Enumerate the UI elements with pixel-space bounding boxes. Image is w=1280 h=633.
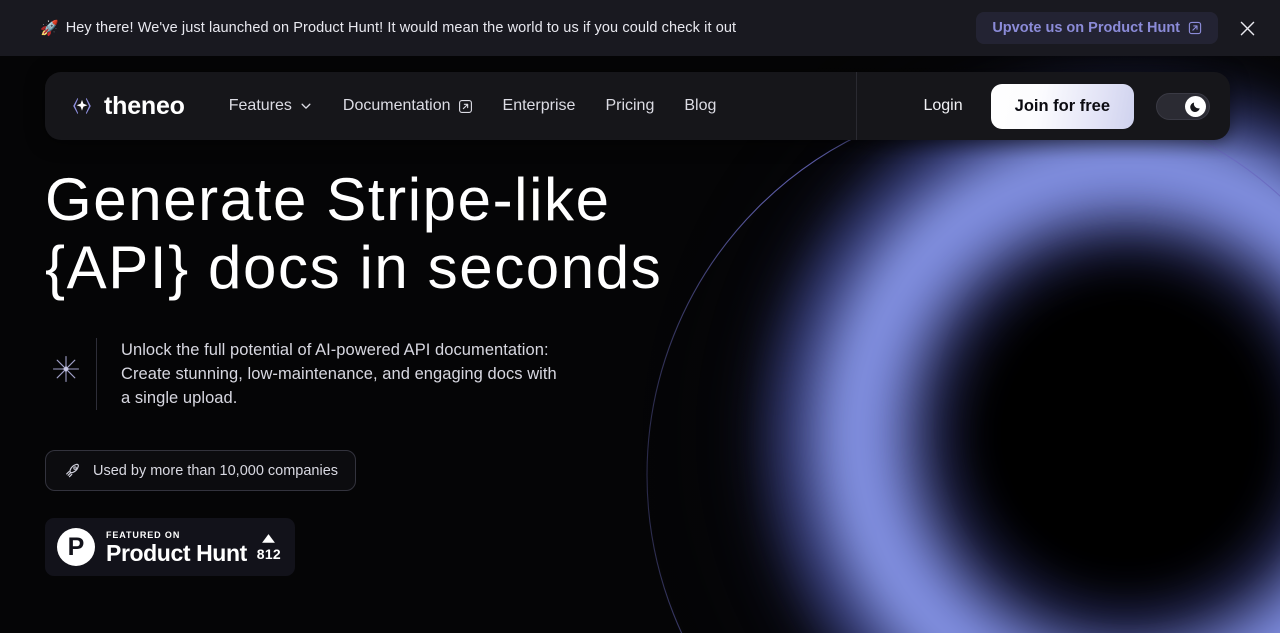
nav-item-features[interactable]: Features	[229, 97, 313, 115]
triangle-up-icon	[262, 533, 276, 543]
nav-item-enterprise[interactable]: Enterprise	[503, 97, 576, 115]
hero-section: Generate Stripe-like {API} docs in secon…	[45, 166, 765, 491]
banner-close-button[interactable]	[1228, 9, 1266, 47]
theneo-sparkle-logo-icon	[73, 98, 91, 114]
nav-links: Features Documentation Enterprise Pricin…	[229, 97, 717, 115]
announcement-banner: 🚀 Hey there! We've just launched on Prod…	[0, 0, 1280, 56]
navbar-wrapper: theneo Features Documentation Enterprise…	[45, 72, 1230, 140]
product-hunt-badge[interactable]: P FEATURED ON Product Hunt 812	[45, 518, 295, 576]
product-hunt-logo-icon: P	[57, 528, 95, 566]
product-hunt-upvote-count: 812	[256, 545, 281, 562]
landing-page: 🚀 Hey there! We've just launched on Prod…	[0, 0, 1280, 633]
hero-subtitle-row: Unlock the full potential of AI-powered …	[45, 338, 765, 410]
brand-logo-link[interactable]: theneo	[69, 92, 185, 121]
close-icon	[1240, 21, 1254, 35]
theme-toggle-knob	[1185, 95, 1206, 117]
page-title: Generate Stripe-like {API} docs in secon…	[45, 166, 663, 301]
used-by-companies-badge[interactable]: Used by more than 10,000 companies	[45, 450, 357, 491]
upvote-link-label: Upvote us on Product Hunt	[992, 20, 1180, 36]
nav-item-blog[interactable]: Blog	[684, 97, 716, 115]
product-hunt-name: Product Hunt	[106, 539, 247, 566]
glow-ring-core-shadow	[980, 250, 1280, 580]
chevron-down-icon	[301, 103, 311, 109]
main-navbar: theneo Features Documentation Enterprise…	[45, 72, 1230, 140]
moon-icon	[1190, 102, 1200, 112]
product-hunt-upvote[interactable]: 812	[257, 533, 281, 562]
external-link-icon	[458, 99, 472, 113]
banner-message: Hey there! We've just launched on Produc…	[65, 20, 737, 36]
product-hunt-text: FEATURED ON Product Hunt	[106, 529, 257, 566]
nav-item-label: Enterprise	[502, 97, 576, 114]
theme-toggle-switch[interactable]	[1156, 92, 1210, 120]
nav-item-label: Blog	[684, 97, 717, 114]
external-link-icon	[1188, 21, 1202, 35]
hero-subtitle: Unlock the full potential of AI-powered …	[121, 341, 557, 407]
join-for-free-button[interactable]: Join for free	[990, 83, 1134, 129]
sparkle-icon	[52, 355, 80, 383]
subtitle-divider	[96, 338, 97, 410]
brand-name: theneo	[104, 91, 185, 120]
sparkle-icon-column	[45, 338, 87, 384]
nav-item-label: Pricing	[605, 97, 655, 114]
login-link[interactable]: Login	[913, 89, 972, 123]
nav-item-documentation[interactable]: Documentation	[343, 97, 473, 115]
used-by-companies-label: Used by more than 10,000 companies	[93, 462, 339, 479]
nav-item-pricing[interactable]: Pricing	[605, 97, 654, 115]
product-hunt-featured-label: FEATURED ON	[106, 529, 181, 540]
rocket-icon	[66, 463, 79, 478]
nav-item-label: Features	[228, 97, 292, 114]
rocket-icon: 🚀	[40, 20, 59, 37]
nav-actions: Login Join for free	[857, 83, 1210, 129]
upvote-product-hunt-link[interactable]: Upvote us on Product Hunt	[976, 12, 1218, 44]
nav-item-label: Documentation	[342, 97, 451, 114]
